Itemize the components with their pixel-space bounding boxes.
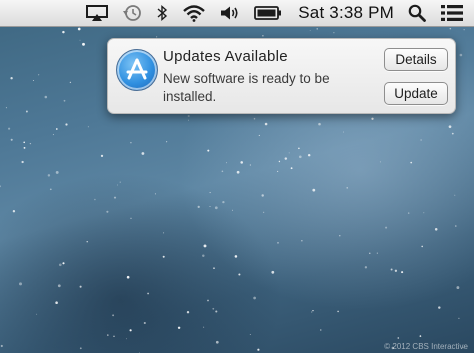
- notification-banner[interactable]: Updates Available New software is ready …: [107, 38, 456, 114]
- time-machine-icon[interactable]: [122, 0, 142, 27]
- bluetooth-icon[interactable]: [156, 0, 168, 27]
- update-button[interactable]: Update: [384, 82, 448, 105]
- desktop: Sat 3:38 PM Updates Available New softwa…: [0, 0, 474, 353]
- battery-icon[interactable]: [254, 0, 282, 27]
- airplay-icon[interactable]: [86, 0, 109, 27]
- spotlight-icon[interactable]: [408, 0, 426, 27]
- details-button[interactable]: Details: [384, 48, 448, 71]
- notification-center-icon[interactable]: [440, 0, 464, 27]
- notification-message: New software is ready to be installed.: [163, 71, 330, 104]
- menu-bar-clock[interactable]: Sat 3:38 PM: [298, 0, 394, 27]
- menu-bar: Sat 3:38 PM: [0, 0, 474, 27]
- app-store-icon: [116, 49, 158, 91]
- copyright-text: © 2012 CBS Interactive: [384, 342, 468, 351]
- volume-icon[interactable]: [220, 0, 240, 27]
- wifi-icon[interactable]: [182, 0, 206, 27]
- notification-title: Updates Available: [163, 48, 288, 65]
